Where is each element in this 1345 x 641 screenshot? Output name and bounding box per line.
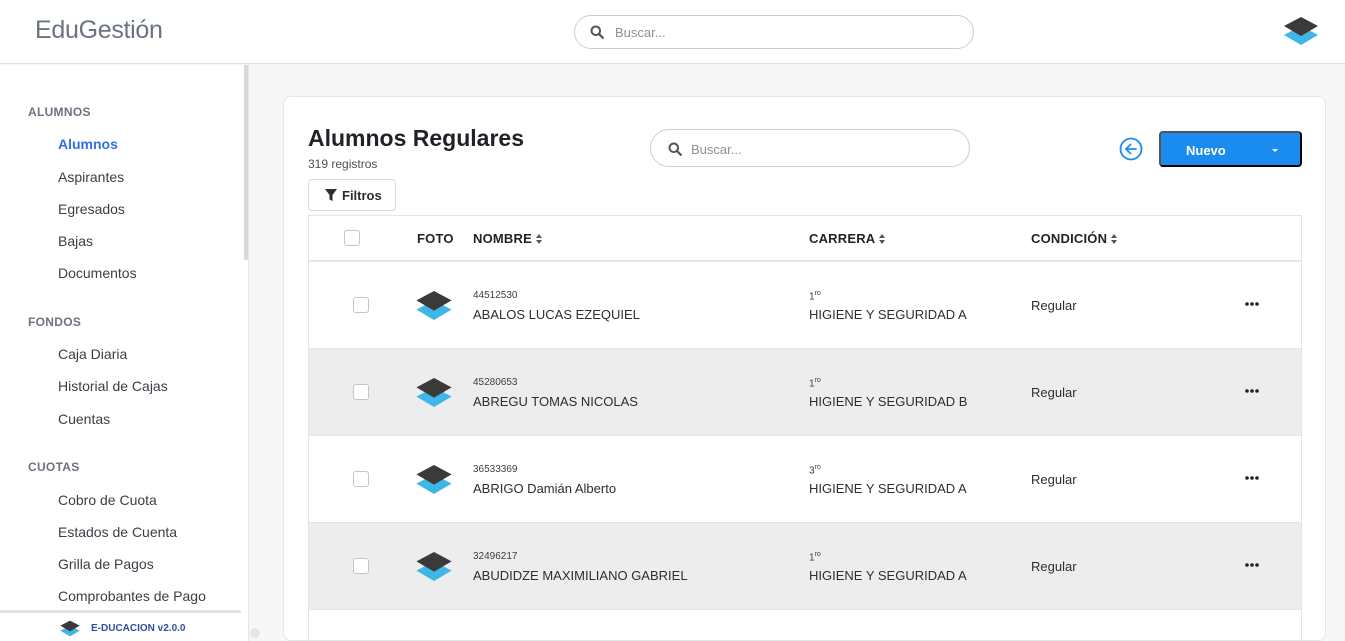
header-condition-label: CONDICIÓN	[1031, 231, 1108, 246]
top-search-input[interactable]	[615, 23, 955, 41]
chevron-down-icon[interactable]	[1272, 149, 1278, 152]
sidebar-item-comprobantes-pago[interactable]: Comprobantes de Pago	[58, 588, 206, 604]
sidebar-item-cuentas[interactable]: Cuentas	[58, 411, 110, 427]
list-search-input[interactable]	[691, 140, 951, 158]
header-condition[interactable]: CONDICIÓN	[1031, 231, 1118, 246]
student-condition: Regular	[1031, 559, 1077, 574]
graduation-cap-icon	[416, 465, 452, 494]
student-year: 1ro	[809, 290, 821, 302]
sidebar-item-bajas[interactable]: Bajas	[58, 233, 93, 249]
header-photo: FOTO	[417, 231, 454, 246]
sidebar-item-egresados[interactable]: Egresados	[58, 201, 125, 217]
student-dni: 45280653	[473, 377, 518, 388]
sort-icon[interactable]	[879, 233, 886, 244]
student-career: HIGIENE Y SEGURIDAD B	[809, 394, 968, 409]
header-career[interactable]: CARRERA	[809, 231, 886, 246]
sidebar-item-cobro-cuota[interactable]: Cobro de Cuota	[58, 492, 157, 508]
ellipsis-icon[interactable]	[1245, 563, 1259, 567]
table-row[interactable]: 32496217 ABUDIDZE MAXIMILIANO GABRIEL 1r…	[309, 523, 1301, 610]
sidebar-item-historial-cajas[interactable]: Historial de Cajas	[58, 378, 168, 394]
row-checkbox[interactable]	[353, 558, 369, 574]
graduation-cap-icon	[60, 620, 80, 637]
ellipsis-icon[interactable]	[1245, 476, 1259, 480]
filters-button[interactable]: Filtros	[308, 179, 396, 211]
table-header: FOTO NOMBRE CARRERA CONDICIÓN	[309, 216, 1301, 262]
table-row[interactable]: 44512530 ABALOS LUCAS EZEQUIEL 1ro HIGIE…	[309, 262, 1301, 349]
students-card: Alumnos Regulares 319 registros Filtros …	[283, 96, 1326, 641]
records-count: 319 registros	[308, 157, 378, 171]
app-version: E-DUCACION v2.0.0	[91, 623, 186, 634]
student-condition: Regular	[1031, 472, 1077, 487]
search-icon	[590, 25, 604, 39]
sidebar-item-alumnos[interactable]: Alumnos	[58, 136, 118, 152]
ellipsis-icon[interactable]	[1245, 389, 1259, 393]
new-label: Nuevo	[1186, 143, 1226, 158]
student-year-suffix: ro	[814, 464, 821, 471]
student-year-suffix: ro	[814, 290, 821, 297]
student-year: 1ro	[809, 551, 821, 563]
student-name: ABREGU TOMAS NICOLAS	[473, 394, 638, 409]
sidebar-item-grilla-pagos[interactable]: Grilla de Pagos	[58, 556, 154, 572]
app-brand[interactable]: EduGestión	[35, 16, 163, 45]
student-dni: 44512530	[473, 290, 518, 301]
row-checkbox[interactable]	[353, 384, 369, 400]
search-icon	[668, 142, 682, 156]
sidebar-item-aspirantes[interactable]: Aspirantes	[58, 169, 124, 185]
row-checkbox[interactable]	[353, 471, 369, 487]
table-row[interactable]: 36533369 ABRIGO Damián Alberto 3ro HIGIE…	[309, 436, 1301, 523]
student-career: HIGIENE Y SEGURIDAD A	[809, 481, 967, 496]
graduation-cap-icon	[416, 378, 452, 407]
student-year: 1ro	[809, 377, 821, 389]
student-dni: 36533369	[473, 464, 518, 475]
graduation-cap-icon	[416, 291, 452, 320]
student-name: ABRIGO Damián Alberto	[473, 481, 617, 496]
graduation-cap-icon[interactable]	[1283, 16, 1319, 46]
sidebar-section-alumnos: ALUMNOS	[28, 105, 91, 119]
list-search-box[interactable]	[650, 129, 970, 167]
header-name-label: NOMBRE	[473, 231, 532, 246]
sidebar-footer: E-DUCACION v2.0.0	[0, 610, 241, 641]
top-search-box[interactable]	[574, 15, 974, 49]
student-condition: Regular	[1031, 298, 1077, 313]
header-career-label: CARRERA	[809, 231, 876, 246]
header-name[interactable]: NOMBRE	[473, 231, 543, 246]
student-year-suffix: ro	[814, 551, 821, 558]
filter-icon	[325, 189, 337, 201]
graduation-cap-icon	[416, 552, 452, 581]
sort-icon[interactable]	[1111, 233, 1118, 244]
sidebar-section-cuotas: CUOTAS	[28, 460, 80, 474]
student-career: HIGIENE Y SEGURIDAD A	[809, 568, 967, 583]
sidebar-scrollbar[interactable]	[244, 65, 248, 260]
row-checkbox[interactable]	[353, 297, 369, 313]
filters-label: Filtros	[342, 188, 382, 203]
sidebar-section-fondos: FONDOS	[28, 315, 82, 329]
sidebar-item-documentos[interactable]: Documentos	[58, 265, 137, 281]
sidebar-item-estados-cuenta[interactable]: Estados de Cuenta	[58, 524, 177, 540]
student-career: HIGIENE Y SEGURIDAD A	[809, 307, 967, 322]
students-table: FOTO NOMBRE CARRERA CONDICIÓN 44512530 A…	[308, 215, 1302, 640]
student-year: 3ro	[809, 464, 821, 476]
student-name: ABALOS LUCAS EZEQUIEL	[473, 307, 640, 322]
sidebar-item-caja-diaria[interactable]: Caja Diaria	[58, 346, 127, 362]
student-name: ABUDIDZE MAXIMILIANO GABRIEL	[473, 568, 688, 583]
ellipsis-icon[interactable]	[1245, 302, 1259, 306]
student-condition: Regular	[1031, 385, 1077, 400]
page-title: Alumnos Regulares	[308, 125, 524, 151]
select-all-checkbox[interactable]	[344, 230, 360, 246]
student-year-suffix: ro	[814, 377, 821, 384]
arrow-left-circle-icon[interactable]	[1119, 137, 1143, 161]
sidebar: ALUMNOS Alumnos Aspirantes Egresados Baj…	[0, 65, 249, 641]
top-header: EduGestión	[0, 0, 1345, 64]
new-student-button[interactable]: Nuevo	[1159, 131, 1302, 167]
sort-icon[interactable]	[535, 233, 543, 244]
table-row[interactable]: 45280653 ABREGU TOMAS NICOLAS 1ro HIGIEN…	[309, 349, 1301, 436]
student-dni: 32496217	[473, 551, 518, 562]
